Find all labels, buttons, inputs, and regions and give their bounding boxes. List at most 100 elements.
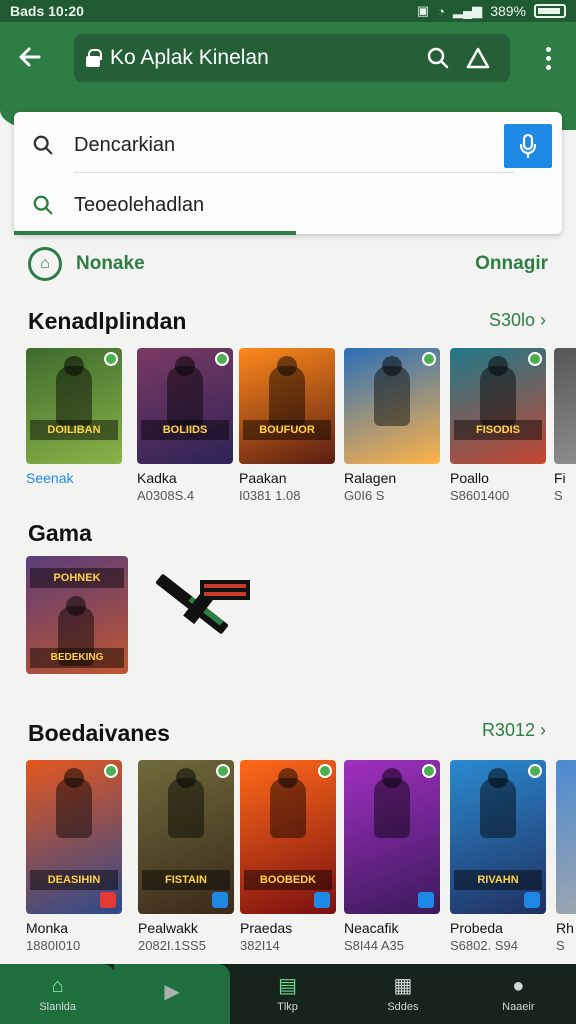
- home-icon: ⌂: [51, 975, 64, 997]
- url-bar[interactable]: Ko Aplak Kinelan: [74, 34, 510, 82]
- character-figure: [374, 366, 410, 426]
- app-thumbnail: [344, 760, 440, 914]
- app-meta: 1880I010: [26, 938, 81, 953]
- search-input-row[interactable]: Dencarkian: [14, 116, 562, 174]
- account-button[interactable]: [458, 38, 498, 78]
- url-title: Ko Aplak Kinelan: [110, 46, 269, 69]
- search-icon: [427, 47, 449, 69]
- app-thumbnail: DOILIBAN: [26, 348, 122, 464]
- app-card[interactable]: Neacafik S8I44 A35: [344, 760, 440, 953]
- app-card[interactable]: BOOBEDK Praedas 382I14: [240, 760, 336, 953]
- verified-icon: [104, 764, 118, 778]
- nav-item-home[interactable]: ⌂ Slanlda: [0, 964, 116, 1024]
- nav-label: Slanlda: [39, 1001, 77, 1013]
- app-title: Rh: [556, 920, 574, 936]
- nav-label: Sddes: [387, 1001, 419, 1013]
- app-title: Kadka: [137, 470, 177, 486]
- app-card[interactable]: RIVAHN Probeda S6802. S94: [450, 760, 546, 953]
- app-card[interactable]: Fi S: [554, 348, 576, 503]
- app-thumbnail: FISTAIN: [138, 760, 234, 914]
- wifi-icon: ◔: [437, 3, 445, 19]
- triangle-account-icon: [466, 47, 490, 69]
- app-meta: S6802. S94: [450, 938, 518, 953]
- thumb-banner: BOOBEDK: [244, 870, 332, 890]
- thumb-banner: DEASIHIN: [30, 870, 118, 890]
- app-card[interactable]: FISODIS Poallo S8601400: [450, 348, 546, 503]
- character-figure: [167, 366, 203, 426]
- lock-icon: [86, 49, 102, 67]
- battery-percent: 389%: [490, 3, 526, 19]
- search-query[interactable]: Dencarkian: [74, 134, 175, 157]
- thumb-banner: DOILIBAN: [30, 420, 118, 440]
- see-more-label: R3012: [481, 720, 535, 740]
- status-time: Bads 10:20: [10, 3, 84, 19]
- rating-badge-icon: [418, 892, 434, 908]
- home-link[interactable]: Onnagir: [475, 253, 548, 275]
- rating-badge-icon: [100, 892, 116, 908]
- apps-icon: ▤: [278, 975, 297, 997]
- game-banner: POHNEK: [30, 568, 124, 588]
- app-title: Neacafik: [344, 920, 399, 936]
- store-icon: ⌂: [28, 247, 62, 281]
- search-suggestion-item[interactable]: Teoeolehadlan: [14, 176, 562, 234]
- nav-item-apps[interactable]: ▤ Tlkp: [230, 964, 345, 1024]
- see-more-label: S30lo: [488, 310, 535, 330]
- thumb-banner: FISTAIN: [142, 870, 230, 890]
- app-card[interactable]: BOLIIDS Kadka A0308S.4: [137, 348, 233, 503]
- chevron-right-icon: ›: [540, 720, 546, 740]
- app-title: Pealwakk: [138, 920, 198, 936]
- app-meta: S8601400: [450, 488, 510, 503]
- search-button[interactable]: [418, 38, 458, 78]
- bottom-navigation: ⌂ Slanlda ▶ ▤ Tlkp ▦ Sddes ● Naaeir: [0, 964, 576, 1024]
- section-title: Boedaivanes: [28, 720, 170, 746]
- voice-search-button[interactable]: [504, 124, 552, 168]
- divider: [74, 172, 514, 173]
- character-figure: [168, 778, 204, 838]
- app-card[interactable]: Ralagen G0I6 S: [344, 348, 440, 503]
- verified-icon: [528, 764, 542, 778]
- character-figure: [56, 778, 92, 838]
- back-button[interactable]: [0, 33, 60, 81]
- rating-badge-icon: [314, 892, 330, 908]
- app-meta: S8I44 A35: [344, 938, 404, 953]
- app-title: Praedas: [240, 920, 293, 936]
- app-card[interactable]: Rh S: [556, 760, 576, 953]
- app-meta: S: [554, 488, 563, 503]
- app-thumbnail: DEASIHIN: [26, 760, 122, 914]
- chevron-right-icon: ›: [540, 310, 546, 330]
- app-title: Monka: [26, 920, 69, 936]
- app-thumbnail: BOOBEDK: [240, 760, 336, 914]
- app-meta: A0308S.4: [137, 488, 195, 503]
- game-row: POHNEK BEDEKING: [26, 556, 326, 676]
- app-card[interactable]: DEASIHIN Monka 1880I010: [26, 760, 122, 953]
- app-title: Ralagen: [344, 470, 397, 486]
- loading-progress-bar: [14, 231, 296, 235]
- nav-item-movies[interactable]: ▦ Sddes: [345, 964, 460, 1024]
- verified-icon: [318, 764, 332, 778]
- app-card[interactable]: FISTAIN Pealwakk 2082I.1SS5: [138, 760, 234, 953]
- game-tile[interactable]: POHNEK BEDEKING: [26, 556, 128, 674]
- see-more-link[interactable]: S30lo ›: [489, 310, 546, 331]
- nav-item-play[interactable]: ▶: [114, 964, 230, 1024]
- app-meta: S: [556, 938, 565, 953]
- verified-icon: [422, 352, 436, 366]
- app-title: Probeda: [450, 920, 503, 936]
- see-more-link[interactable]: R3012 ›: [482, 720, 546, 741]
- nav-item-info[interactable]: ● Naaeir: [461, 964, 576, 1024]
- notification-icon: ▣: [416, 3, 430, 18]
- suggestion-text: Teoeolehadlan: [74, 193, 205, 216]
- character-figure: [269, 366, 305, 426]
- app-card[interactable]: BOUFUOR Paakan I0381 1.08: [239, 348, 335, 503]
- nav-label: Tlkp: [277, 1001, 298, 1013]
- thumb-banner: BOUFUOR: [243, 420, 331, 440]
- more-menu-button[interactable]: [538, 38, 558, 78]
- character-figure: [480, 778, 516, 838]
- mic-icon: [519, 133, 537, 159]
- search-icon: [33, 135, 53, 155]
- verified-icon: [104, 352, 118, 366]
- app-card[interactable]: DOILIBAN Seenak: [26, 348, 122, 486]
- app-row: DOILIBAN Seenak BOLIIDS Kadka A0308S.4 B…: [26, 348, 576, 548]
- game-label: BEDEKING: [30, 648, 124, 668]
- app-title: Fi: [554, 470, 566, 486]
- rating-badge-icon: [212, 892, 228, 908]
